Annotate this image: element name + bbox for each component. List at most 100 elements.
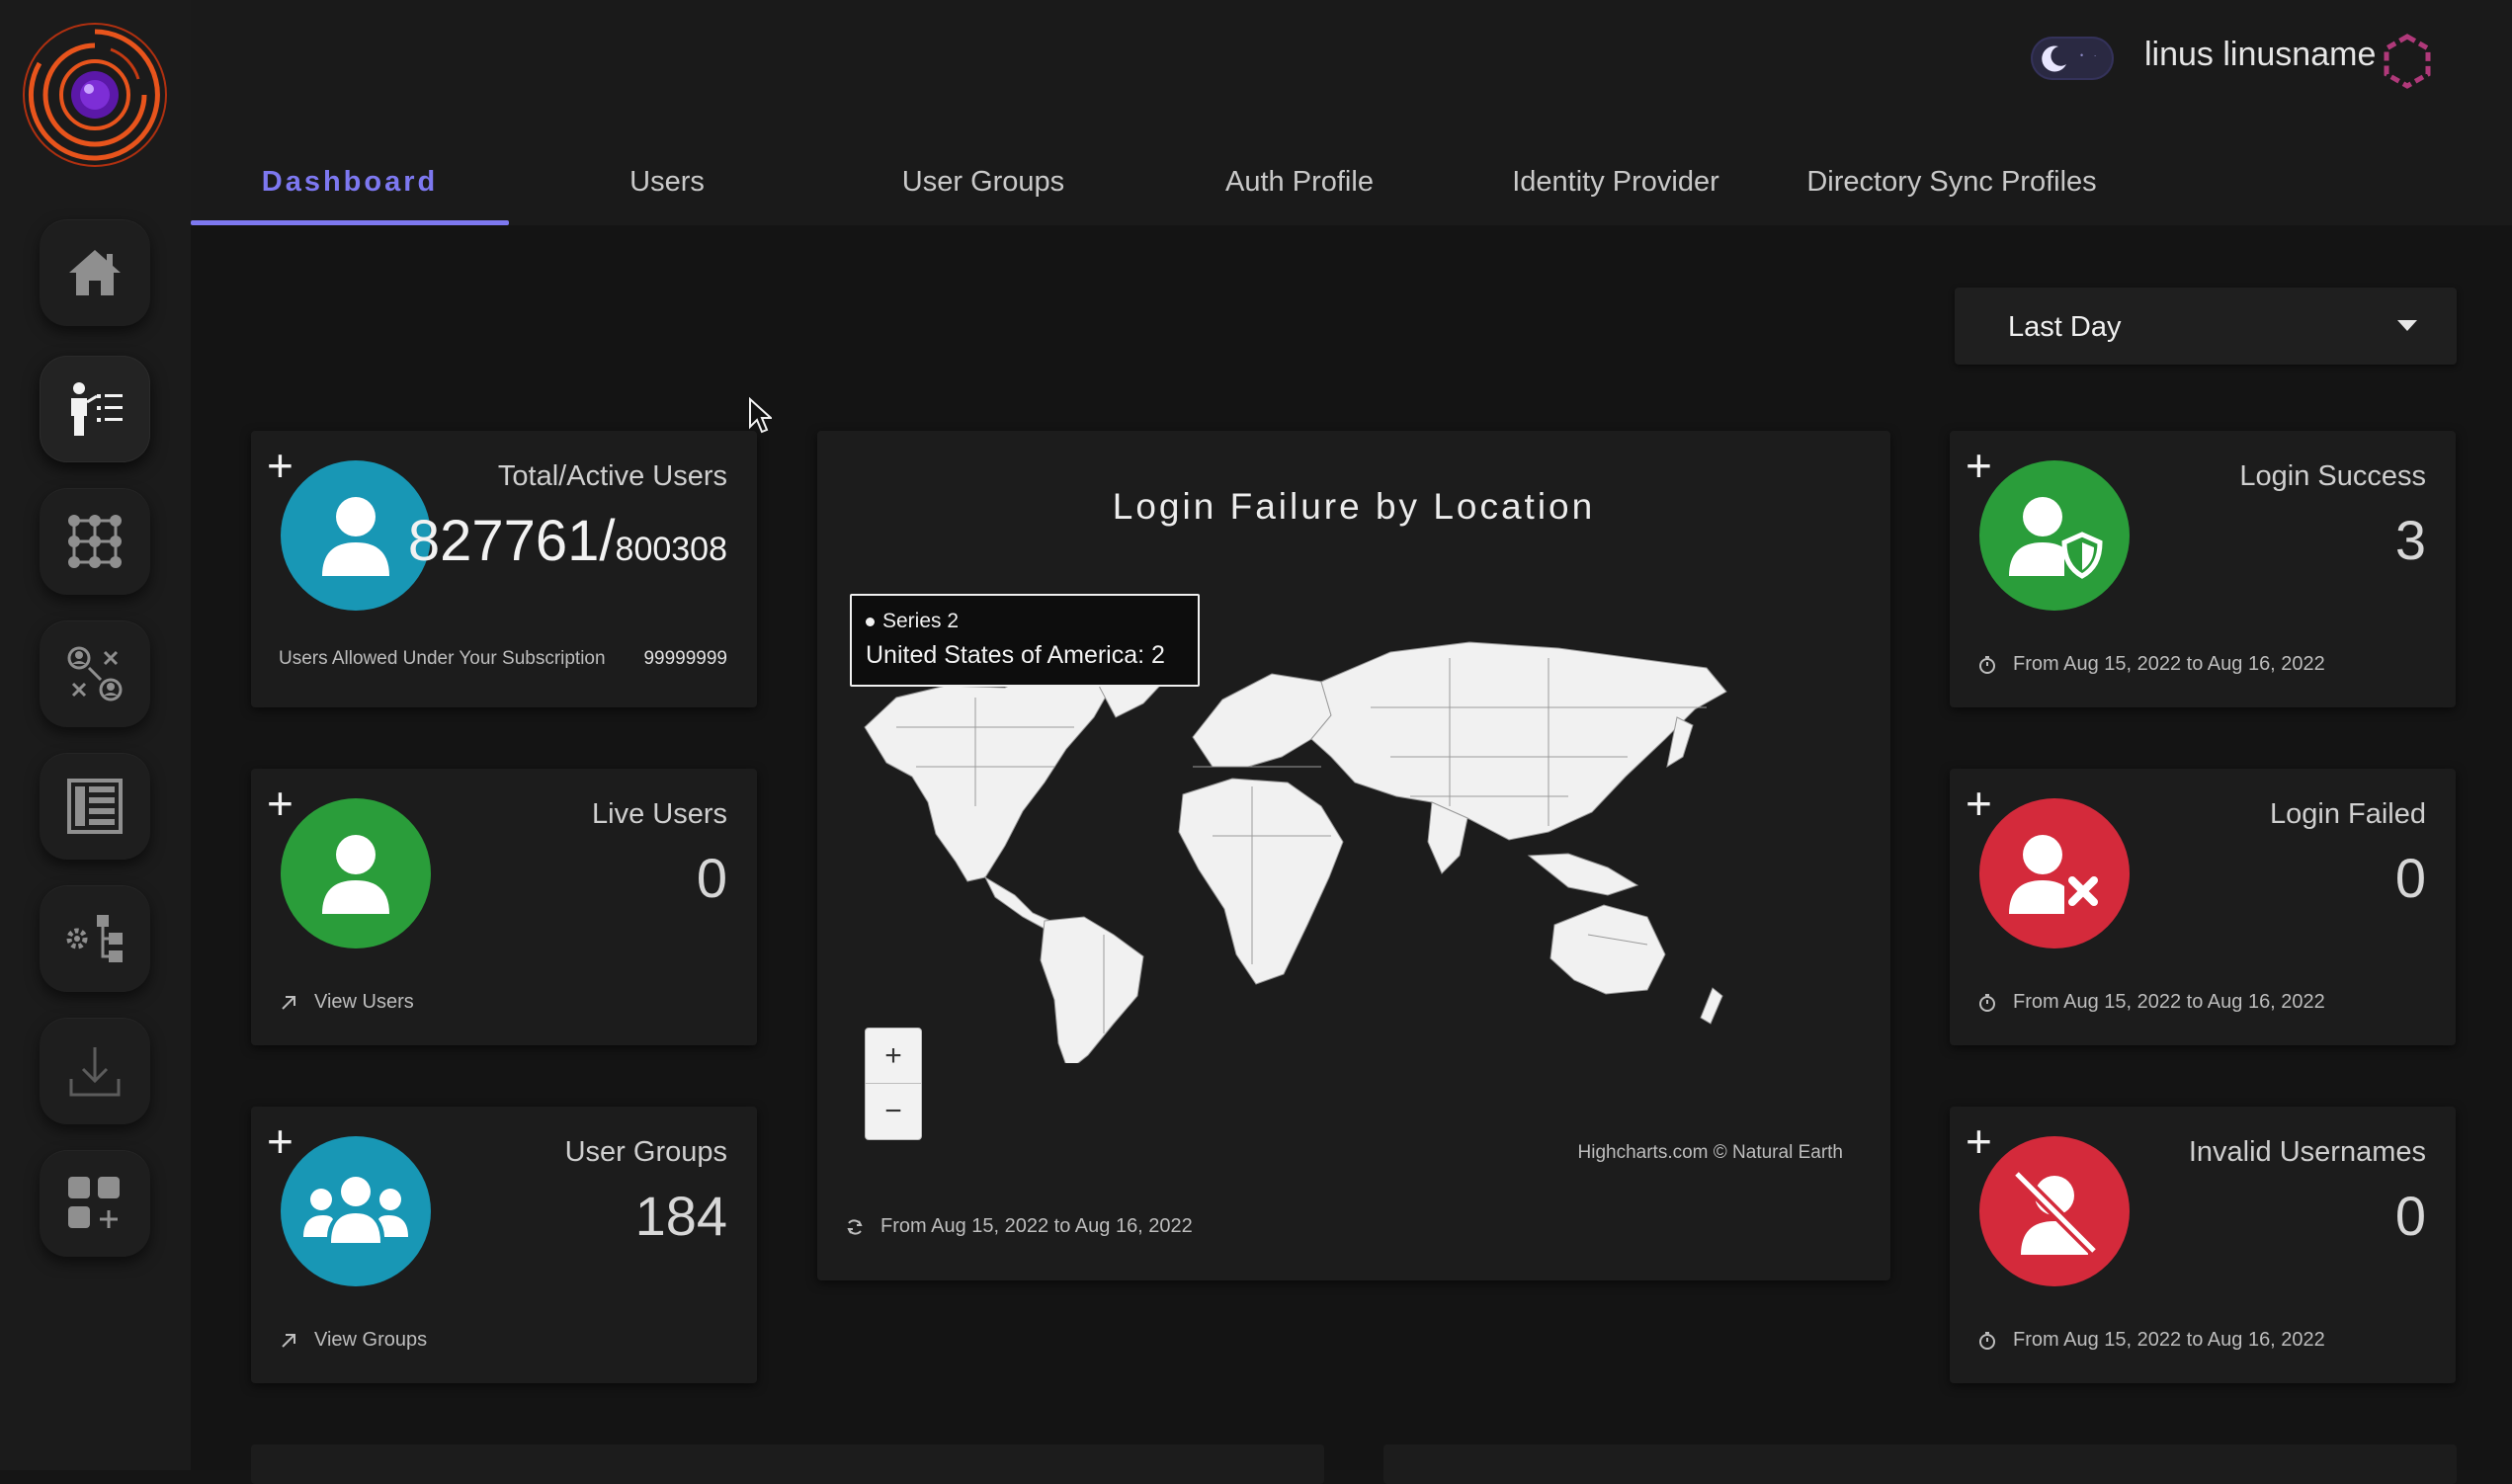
- view-users-link[interactable]: View Users: [279, 991, 414, 1014]
- invalid-usernames-value: 0: [2394, 1185, 2426, 1247]
- view-groups-label: View Groups: [314, 1329, 428, 1351]
- bottom-panel-right: [1383, 1444, 2457, 1484]
- card-title: Live Users: [592, 798, 727, 830]
- time-range-select[interactable]: Last Day: [1955, 288, 2457, 365]
- tab-dashboard[interactable]: Dashboard: [191, 138, 509, 225]
- sidebar: [0, 0, 191, 1470]
- card-user-groups: + User Groups 184 View Groups: [251, 1107, 757, 1383]
- map-australia: [1549, 904, 1666, 995]
- user-x-icon: [2009, 835, 2098, 914]
- user-slash-icon-circle: [1979, 1136, 2130, 1286]
- user-group-icon: [303, 1177, 408, 1243]
- avatar[interactable]: [2380, 34, 2435, 89]
- card-login-failed: + Login Failed 0 From Aug 15, 2022 to Au…: [1950, 769, 2456, 1045]
- range-label: From Aug 15, 2022 to Aug 16, 2022: [2013, 1329, 2325, 1351]
- sidebar-item-apps[interactable]: [40, 488, 150, 595]
- user-list-icon: [71, 382, 123, 436]
- expand-plus-icon[interactable]: +: [267, 1118, 293, 1164]
- map-credit[interactable]: Highcharts.com © Natural Earth: [1578, 1142, 1844, 1164]
- home-icon: [69, 250, 121, 295]
- map-zoom-controls: + −: [865, 1028, 922, 1140]
- mouse-cursor-icon: [749, 397, 772, 434]
- invalid-usernames-range: From Aug 15, 2022 to Aug 16, 2022: [1977, 1329, 2325, 1352]
- login-failure-map-card: Login Failure by Location Series 2 Unite…: [817, 431, 1890, 1280]
- expand-plus-icon[interactable]: +: [267, 443, 293, 488]
- tab-directory-sync-profiles[interactable]: Directory Sync Profiles: [1774, 138, 2130, 225]
- login-success-range: From Aug 15, 2022 to Aug 16, 2022: [1977, 653, 2325, 676]
- map-africa: [1178, 778, 1344, 985]
- settings-tree-icon: [66, 915, 123, 962]
- timer-icon: [1979, 655, 1995, 674]
- user-name[interactable]: linus linusname: [2144, 36, 2376, 74]
- user-groups-value: 184: [634, 1185, 727, 1247]
- timer-icon: [1979, 993, 1995, 1012]
- stars-icon: • ·: [2080, 50, 2101, 60]
- expand-plus-icon[interactable]: +: [1966, 1118, 1992, 1164]
- sidebar-item-download[interactable]: [40, 1018, 150, 1124]
- add-app-icon: [68, 1177, 120, 1228]
- arrow-up-right-icon: [282, 1333, 295, 1348]
- map-new-zealand: [1700, 987, 1723, 1025]
- range-label: From Aug 15, 2022 to Aug 16, 2022: [2013, 653, 2325, 675]
- main-tabs: Dashboard Users User Groups Auth Profile…: [191, 138, 2512, 225]
- expand-plus-icon[interactable]: +: [267, 781, 293, 826]
- card-live-users: + Live Users 0 View Users: [251, 769, 757, 1045]
- user-icon: [322, 497, 389, 576]
- expand-plus-icon[interactable]: +: [1966, 443, 1992, 488]
- sidebar-item-settings[interactable]: [40, 885, 150, 992]
- card-total-active-users: + Total/Active Users 827761/800308 Users…: [251, 431, 757, 707]
- card-login-success: + Login Success 3 From Aug 15, 2022 to A…: [1950, 431, 2456, 707]
- map-title: Login Failure by Location: [1112, 486, 1596, 527]
- subscription-label: Users Allowed Under Your Subscription: [279, 648, 606, 669]
- range-label: From Aug 15, 2022 to Aug 16, 2022: [2013, 991, 2325, 1013]
- login-success-value: 3: [2394, 509, 2426, 571]
- list-panel-icon: [67, 779, 123, 834]
- map-south-america: [1040, 916, 1144, 1063]
- group-icon-circle: [281, 1136, 431, 1286]
- sidebar-item-logs[interactable]: [40, 753, 150, 860]
- user-icon-circle: [281, 798, 431, 948]
- series-dot-icon: [866, 617, 875, 626]
- map-tooltip: Series 2 United States of America: 2: [850, 594, 1200, 687]
- subscription-value: 99999999: [643, 648, 727, 669]
- view-users-label: View Users: [314, 991, 414, 1013]
- card-title: Login Success: [2239, 460, 2426, 492]
- map-range-label: From Aug 15, 2022 to Aug 16, 2022: [880, 1215, 1193, 1237]
- shield-user-icon-circle: [1979, 460, 2130, 611]
- view-groups-link[interactable]: View Groups: [279, 1329, 427, 1352]
- map-north-america: [864, 657, 1115, 882]
- card-title: User Groups: [564, 1136, 727, 1168]
- active-users-value: 800308: [615, 531, 727, 568]
- card-title: Login Failed: [2270, 798, 2426, 830]
- arrow-up-right-icon: [282, 995, 295, 1010]
- tooltip-series: Series 2: [882, 610, 960, 632]
- sidebar-item-users[interactable]: [40, 356, 150, 462]
- card-title: Total/Active Users: [497, 460, 727, 492]
- sidebar-item-add-app[interactable]: [40, 1150, 150, 1257]
- total-active-users-value: 827761/800308: [408, 508, 727, 574]
- tooltip-value: United States of America: 2: [866, 641, 1165, 669]
- login-failed-value: 0: [2394, 847, 2426, 909]
- tab-auth-profile[interactable]: Auth Profile: [1141, 138, 1458, 225]
- card-invalid-usernames: + Invalid Usernames 0 From Aug 15, 2022 …: [1950, 1107, 2456, 1383]
- chevron-down-icon: [2397, 320, 2417, 331]
- expand-plus-icon[interactable]: +: [1966, 781, 1992, 826]
- tab-users[interactable]: Users: [509, 138, 825, 225]
- timer-icon: [1979, 1331, 1995, 1350]
- download-icon: [69, 1047, 121, 1097]
- tab-identity-provider[interactable]: Identity Provider: [1458, 138, 1774, 225]
- tab-user-groups[interactable]: User Groups: [825, 138, 1141, 225]
- user-icon: [322, 835, 389, 914]
- theme-toggle[interactable]: • ·: [2031, 37, 2114, 80]
- sidebar-item-network[interactable]: [40, 620, 150, 727]
- total-users-value: 827761/: [407, 509, 616, 573]
- app-logo[interactable]: [20, 20, 170, 170]
- bottom-panel-left: [251, 1444, 1324, 1484]
- card-title: Invalid Usernames: [2188, 1136, 2426, 1168]
- time-range-value: Last Day: [2008, 311, 2122, 343]
- sidebar-item-home[interactable]: [40, 219, 150, 326]
- zoom-in-button[interactable]: +: [866, 1029, 921, 1084]
- refresh-icon: [847, 1218, 863, 1235]
- grid-dots-icon: [68, 515, 122, 568]
- zoom-out-button[interactable]: −: [866, 1084, 921, 1138]
